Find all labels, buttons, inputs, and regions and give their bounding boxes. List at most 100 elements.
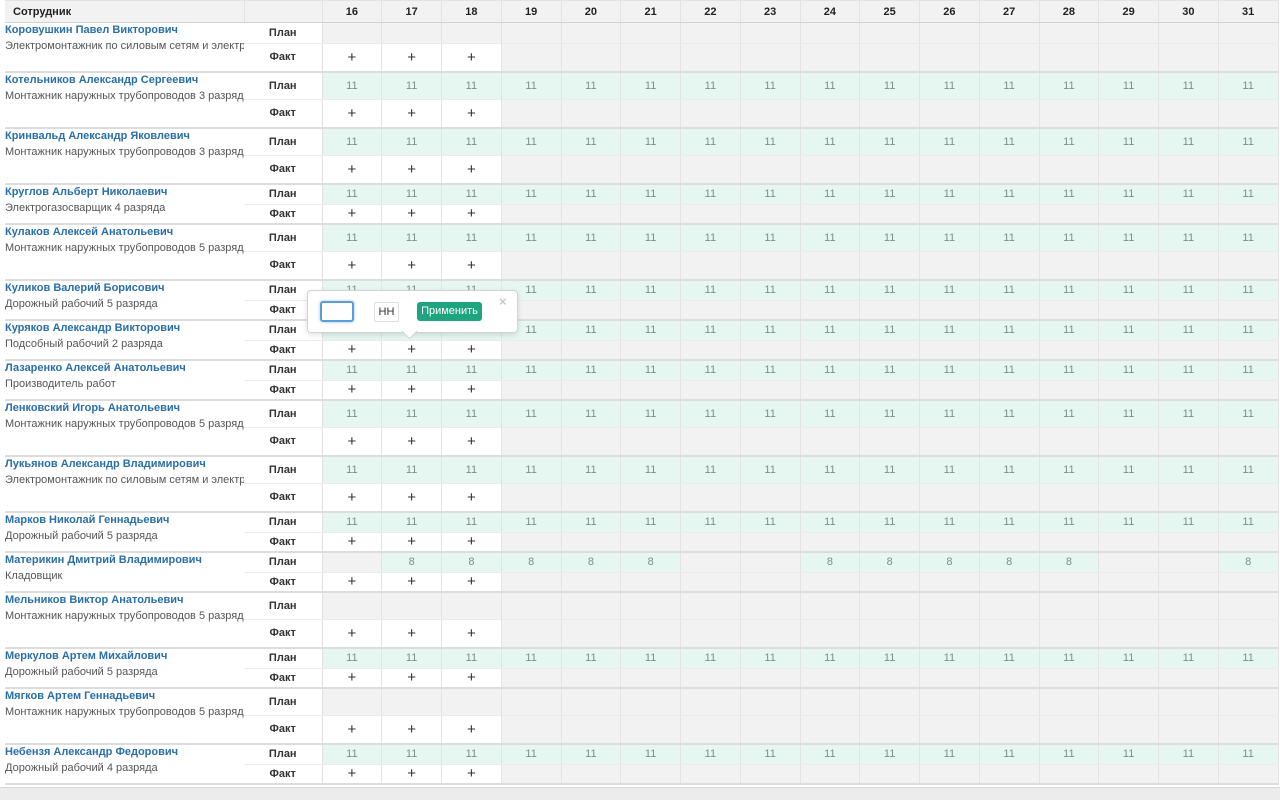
fact-hours-cell[interactable] xyxy=(1098,427,1159,457)
plan-hours-cell[interactable]: 11 xyxy=(979,647,1040,669)
plan-hours-cell[interactable] xyxy=(1158,551,1219,573)
plan-hours-cell[interactable]: 11 xyxy=(322,223,383,252)
plan-hours-cell[interactable]: 11 xyxy=(680,223,741,252)
plan-hours-cell[interactable]: 11 xyxy=(501,71,562,100)
plan-hours-cell[interactable]: 11 xyxy=(1158,743,1219,765)
fact-hours-cell[interactable] xyxy=(979,572,1040,593)
fact-hours-cell[interactable] xyxy=(740,43,801,73)
employee-name-link[interactable]: Лукьянов Александр Владимирович xyxy=(5,457,244,472)
fact-hours-cell[interactable] xyxy=(1158,251,1219,281)
plan-hours-cell[interactable]: 11 xyxy=(1158,127,1219,156)
plan-hours-cell[interactable]: 11 xyxy=(859,511,920,533)
plan-hours-cell[interactable]: 11 xyxy=(441,399,502,428)
plan-hours-cell[interactable]: 11 xyxy=(322,359,383,381)
add-fact-button[interactable]: + xyxy=(322,43,383,73)
fact-hours-cell[interactable] xyxy=(1158,340,1219,361)
fact-hours-cell[interactable] xyxy=(561,204,622,225)
plan-hours-cell[interactable]: 11 xyxy=(740,743,801,765)
fact-hours-cell[interactable] xyxy=(561,380,622,401)
plan-hours-cell[interactable]: 11 xyxy=(740,455,801,484)
plan-hours-cell[interactable]: 8 xyxy=(979,551,1040,573)
plan-hours-cell[interactable]: 11 xyxy=(680,279,741,301)
employee-name-link[interactable]: Кринвальд Александр Яковлевич xyxy=(5,129,244,144)
plan-hours-cell[interactable]: 11 xyxy=(561,647,622,669)
plan-hours-cell[interactable]: 11 xyxy=(1218,647,1279,669)
plan-hours-cell[interactable] xyxy=(1218,687,1279,716)
fact-hours-cell[interactable] xyxy=(620,483,681,513)
plan-hours-cell[interactable] xyxy=(1039,591,1100,620)
plan-hours-cell[interactable]: 11 xyxy=(1218,319,1279,341)
fact-hours-cell[interactable] xyxy=(979,204,1040,225)
fact-hours-cell[interactable] xyxy=(740,300,801,321)
fact-hours-cell[interactable] xyxy=(919,251,980,281)
fact-hours-cell[interactable] xyxy=(1218,300,1279,321)
plan-hours-cell[interactable] xyxy=(1098,551,1159,573)
plan-hours-cell[interactable]: 11 xyxy=(1158,647,1219,669)
fact-hours-cell[interactable] xyxy=(680,483,741,513)
fact-hours-cell[interactable] xyxy=(919,764,980,785)
fact-hours-cell[interactable] xyxy=(620,300,681,321)
fact-hours-cell[interactable] xyxy=(1218,155,1279,185)
fact-hours-cell[interactable] xyxy=(680,668,741,689)
plan-hours-cell[interactable]: 11 xyxy=(979,359,1040,381)
plan-hours-cell[interactable]: 8 xyxy=(1218,551,1279,573)
employee-name-link[interactable]: Куликов Валерий Борисович xyxy=(5,281,244,296)
fact-hours-cell[interactable] xyxy=(680,300,741,321)
plan-hours-cell[interactable] xyxy=(1039,687,1100,716)
plan-hours-cell[interactable]: 11 xyxy=(441,71,502,100)
plan-hours-cell[interactable]: 11 xyxy=(919,359,980,381)
employee-name-link[interactable]: Кулаков Алексей Анатольевич xyxy=(5,225,244,240)
employee-name-link[interactable]: Материкин Дмитрий Владимирович xyxy=(5,553,244,568)
add-fact-button[interactable]: + xyxy=(441,572,502,593)
plan-hours-cell[interactable]: 11 xyxy=(680,319,741,341)
fact-hours-cell[interactable] xyxy=(859,764,920,785)
plan-hours-cell[interactable]: 11 xyxy=(322,455,383,484)
add-fact-button[interactable]: + xyxy=(322,99,383,129)
plan-hours-cell[interactable] xyxy=(1098,22,1159,44)
fact-hours-cell[interactable] xyxy=(979,764,1040,785)
fact-hours-cell[interactable] xyxy=(1098,300,1159,321)
fact-hours-cell[interactable] xyxy=(1218,764,1279,785)
plan-hours-cell[interactable]: 11 xyxy=(561,279,622,301)
plan-hours-cell[interactable]: 11 xyxy=(859,279,920,301)
fact-hours-cell[interactable] xyxy=(859,532,920,553)
plan-hours-cell[interactable]: 11 xyxy=(1098,743,1159,765)
plan-hours-cell[interactable]: 11 xyxy=(561,511,622,533)
plan-hours-cell[interactable] xyxy=(441,591,502,620)
fact-hours-cell[interactable] xyxy=(680,572,741,593)
plan-hours-cell[interactable]: 11 xyxy=(800,71,861,100)
fact-hours-cell[interactable] xyxy=(620,668,681,689)
fact-hours-cell[interactable] xyxy=(620,572,681,593)
fact-hours-cell[interactable] xyxy=(800,715,861,745)
fact-hours-cell[interactable] xyxy=(1218,532,1279,553)
plan-hours-cell[interactable]: 11 xyxy=(441,183,502,205)
plan-hours-cell[interactable]: 11 xyxy=(740,223,801,252)
fact-hours-cell[interactable] xyxy=(620,340,681,361)
fact-hours-cell[interactable] xyxy=(740,668,801,689)
nn-absence-button[interactable]: НН xyxy=(374,302,399,322)
fact-hours-cell[interactable] xyxy=(1039,380,1100,401)
fact-hours-cell[interactable] xyxy=(800,340,861,361)
fact-hours-cell[interactable] xyxy=(919,43,980,73)
plan-hours-cell[interactable] xyxy=(1158,22,1219,44)
plan-hours-cell[interactable]: 11 xyxy=(740,319,801,341)
plan-hours-cell[interactable]: 11 xyxy=(620,223,681,252)
plan-hours-cell[interactable]: 11 xyxy=(800,359,861,381)
plan-hours-cell[interactable]: 11 xyxy=(1039,743,1100,765)
plan-hours-cell[interactable] xyxy=(620,591,681,620)
plan-hours-cell[interactable] xyxy=(1098,687,1159,716)
fact-hours-cell[interactable] xyxy=(1218,99,1279,129)
fact-hours-cell[interactable] xyxy=(680,251,741,281)
plan-hours-cell[interactable] xyxy=(441,22,502,44)
fact-hours-cell[interactable] xyxy=(1218,340,1279,361)
add-fact-button[interactable]: + xyxy=(441,483,502,513)
fact-hours-cell[interactable] xyxy=(1158,764,1219,785)
plan-hours-cell[interactable]: 11 xyxy=(501,359,562,381)
fact-hours-cell[interactable] xyxy=(561,99,622,129)
fact-hours-cell[interactable] xyxy=(859,43,920,73)
plan-hours-cell[interactable]: 11 xyxy=(620,359,681,381)
fact-hours-cell[interactable] xyxy=(1098,251,1159,281)
add-fact-button[interactable]: + xyxy=(322,251,383,281)
plan-hours-cell[interactable]: 11 xyxy=(680,399,741,428)
plan-hours-cell[interactable]: 11 xyxy=(740,71,801,100)
